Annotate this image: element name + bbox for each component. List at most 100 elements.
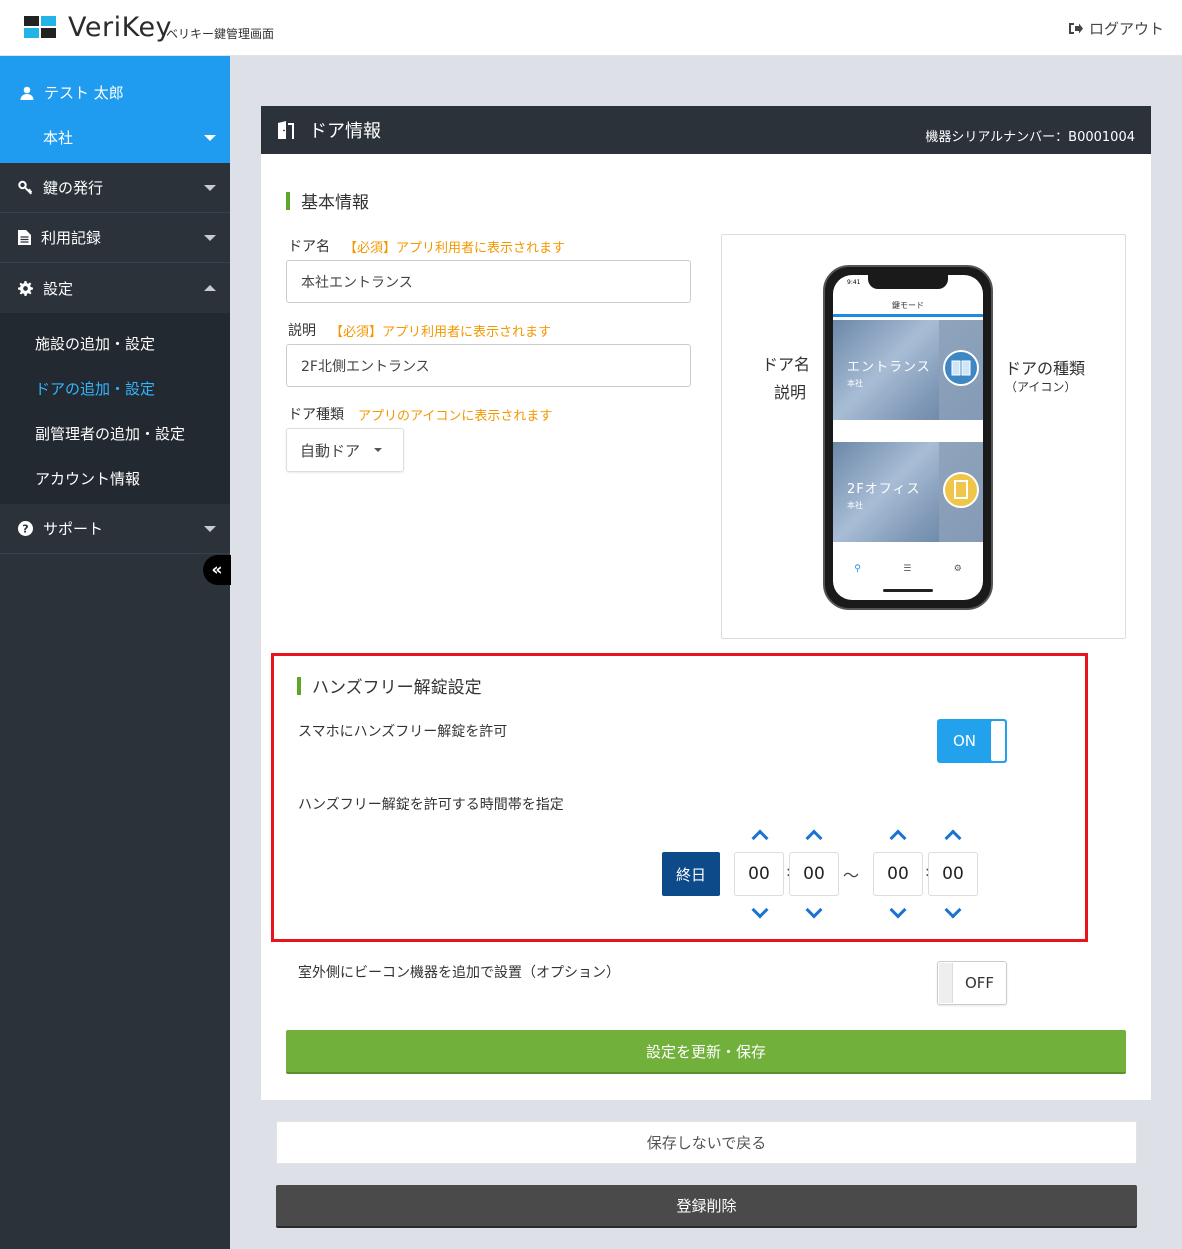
sidebar-item-settings[interactable]: 設定 (0, 263, 230, 313)
collapse-sidebar-button[interactable]: « (203, 555, 231, 585)
chevron-down-icon (204, 525, 216, 532)
app-preview: ドア名 説明 ドアの種類 （アイコン） 9:41 鍵モード エントランス 本社 (721, 234, 1126, 639)
sidebar-item-account[interactable]: アカウント情報 (0, 456, 230, 501)
logout-label: ログアウト (1088, 20, 1164, 38)
basic-info-title-text: 基本情報 (301, 193, 369, 213)
preview-label-icon: （アイコン） (1005, 380, 1077, 394)
sign-out-icon (1068, 23, 1083, 34)
org-selector[interactable]: 本社 (0, 115, 230, 160)
chevron-down-icon (374, 448, 383, 452)
card-header: ドア情報 機器シリアルナンバー：B0001004 (261, 106, 1151, 154)
door-name-label: ドア名 (288, 239, 330, 255)
brand-subtitle: ベリキー鍵管理画面 (166, 27, 275, 41)
phone-notch (868, 275, 948, 289)
door-type-label: ドア種類 (288, 407, 344, 423)
handsfree-title: ハンズフリー解錠設定 (297, 673, 482, 698)
toggle-state: OFF (964, 974, 994, 992)
chevron-down-icon (204, 134, 216, 141)
sidebar-item-label: 鍵の発行 (43, 179, 104, 197)
time-range-tilde: 〜 (843, 866, 860, 885)
preview-label-door-type: ドアの種類 (1005, 359, 1086, 378)
sidebar-item-door[interactable]: ドアの追加・設定 (0, 366, 230, 411)
handsfree-title-text: ハンズフリー解錠設定 (312, 678, 482, 698)
basic-info-title: 基本情報 (286, 188, 369, 213)
description-input[interactable]: 2F北側エントランス (286, 344, 691, 387)
tile-name: 2Fオフィス (847, 482, 921, 497)
delete-registration-button[interactable]: 登録削除 (276, 1185, 1137, 1228)
verikey-logo-icon (24, 16, 58, 40)
door-type-value: 自動ドア (300, 441, 361, 460)
org-name: 本社 (43, 129, 74, 147)
sidebar-item-label: 設定 (43, 279, 74, 298)
document-icon (18, 230, 31, 245)
sidebar: テスト 太郎 本社 鍵の発行 利用記録 設定 施設の追加・設定 ドアの追加・設定… (0, 56, 231, 1249)
handsfree-time-label: ハンズフリー解錠を許可する時間帯を指定 (298, 794, 564, 814)
user-row[interactable]: テスト 太郎 (0, 56, 230, 115)
card-title: ドア情報 (309, 121, 381, 142)
sidebar-item-label: 利用記録 (41, 229, 102, 247)
automatic-door-icon (943, 350, 979, 386)
sidebar-item-key-issue[interactable]: 鍵の発行 (0, 163, 230, 213)
handsfree-toggle[interactable]: ON (937, 719, 1007, 763)
home-indicator (883, 589, 933, 592)
door-icon (278, 121, 294, 139)
door-name-note: 【必須】アプリ利用者に表示されます (344, 240, 566, 256)
sidebar-item-facility[interactable]: 施設の追加・設定 (0, 321, 230, 366)
phone-mockup: 9:41 鍵モード エントランス 本社 2Fオフィス 本社 ⚲ ☰ ⚙ (823, 265, 993, 610)
chevron-down-icon (204, 234, 216, 241)
beacon-toggle[interactable]: OFF (937, 961, 1007, 1005)
desc-label: 説明 (288, 323, 316, 339)
handsfree-allow-text: スマホにハンズフリー解錠を許可 (298, 724, 508, 740)
chevron-up-icon (204, 285, 216, 291)
user-panel: テスト 太郎 本社 (0, 56, 230, 163)
list-icon: ☰ (903, 564, 912, 574)
start-minute-field[interactable]: 00 (789, 852, 839, 896)
svg-text:?: ? (22, 523, 28, 536)
tile-sub: 本社 (847, 379, 863, 388)
door-name-input[interactable]: 本社エントランス (286, 260, 691, 303)
user-icon (20, 86, 34, 100)
phone-tile: 2Fオフィス 本社 (833, 442, 983, 542)
all-day-button[interactable]: 終日 (662, 852, 720, 896)
tile-name: エントランス (847, 360, 931, 375)
door-type-select[interactable]: 自動ドア (286, 428, 404, 472)
start-hour-field[interactable]: 00 (734, 852, 784, 896)
brand-name: VeriKey (68, 12, 173, 43)
handsfree-allow-label: スマホにハンズフリー解錠を許可 (298, 721, 507, 741)
back-without-saving-button[interactable]: 保存しないで戻る (276, 1121, 1137, 1164)
end-hour-field[interactable]: 00 (873, 852, 923, 896)
desc-label-row: 説明 【必須】アプリ利用者に表示されます (288, 320, 551, 340)
phone-time: 9:41 (847, 279, 861, 286)
toggle-state: ON (953, 732, 977, 750)
beacon-label: 室外側にビーコン機器を追加で設置（オプション） (298, 962, 620, 982)
phone-tab-bar: ⚲ ☰ ⚙ (833, 560, 983, 578)
door-info-card: ドア情報 機器シリアルナンバー：B0001004 基本情報 ドア名 【必須】アプ… (261, 106, 1151, 1100)
end-minute-field[interactable]: 00 (928, 852, 978, 896)
gear-icon (18, 280, 33, 296)
door-icon (943, 472, 979, 508)
toggle-knob (939, 963, 953, 1003)
settings-submenu: 施設の追加・設定 ドアの追加・設定 副管理者の追加・設定 アカウント情報 (0, 313, 230, 504)
door-type-label-row: ドア種類 アプリのアイコンに表示されます (288, 404, 552, 424)
phone-screen: 9:41 鍵モード エントランス 本社 2Fオフィス 本社 ⚲ ☰ ⚙ (833, 275, 983, 600)
save-button[interactable]: 設定を更新・保存 (286, 1030, 1126, 1074)
door-type-note: アプリのアイコンに表示されます (358, 408, 553, 424)
logout-link[interactable]: ログアウト (1068, 18, 1164, 39)
sidebar-item-usage-log[interactable]: 利用記録 (0, 213, 230, 263)
key-icon (18, 180, 33, 195)
phone-app-title: 鍵モード (833, 295, 983, 317)
tile-sub: 本社 (847, 501, 863, 510)
gear-icon: ⚙ (953, 564, 962, 574)
phone-tile: エントランス 本社 (833, 320, 983, 420)
beacon-text: 室外側にビーコン機器を追加で設置（オプション） (298, 965, 620, 981)
handsfree-time-text: ハンズフリー解錠を許可する時間帯を指定 (298, 797, 564, 813)
user-name: テスト 太郎 (44, 84, 124, 102)
sidebar-item-sub-admin[interactable]: 副管理者の追加・設定 (0, 411, 230, 456)
desc-note: 【必須】アプリ利用者に表示されます (330, 324, 552, 340)
chevron-down-icon (204, 184, 216, 191)
sidebar-item-support[interactable]: ? サポート (0, 504, 230, 554)
toggle-knob (991, 721, 1005, 761)
question-icon: ? (18, 521, 33, 536)
top-bar: VeriKey ベリキー鍵管理画面 ログアウト (0, 0, 1182, 56)
preview-label-door-name: ドア名 (762, 355, 811, 374)
